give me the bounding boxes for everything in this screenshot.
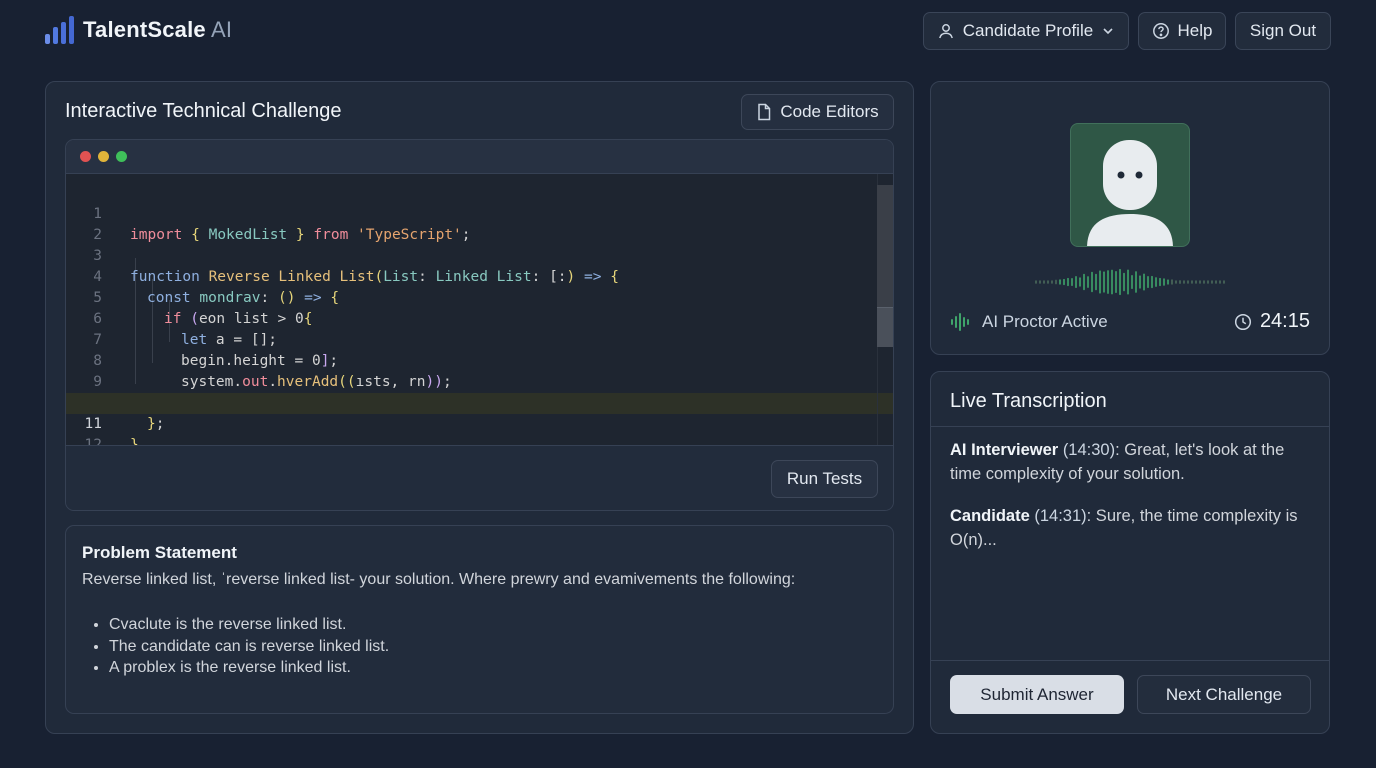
submit-answer-button[interactable]: Submit Answer [950,675,1124,714]
app-logo[interactable]: TalentScale AI [45,16,232,44]
code-line: 10 }; [85,395,165,432]
help-label: Help [1177,21,1213,40]
transcription-title: Live Transcription [950,390,1107,412]
code-editors-button[interactable]: Code Editors [741,94,894,130]
minimize-dot-icon [98,151,109,162]
code-line: 6 let a = []; [93,311,278,348]
next-challenge-label: Next Challenge [1165,684,1283,704]
transcription-panel: Live Transcription AI Interviewer (14:30… [930,371,1330,734]
list-item: The candidate can is reverse linked list… [109,636,389,658]
challenge-panel: Interactive Technical Challenge Code Edi… [45,81,914,734]
audio-waveform-icon [1035,268,1225,296]
logo-bars-icon [45,16,74,44]
run-tests-label: Run Tests [786,469,863,488]
code-line: 5 if (eon list > 0{ [93,290,313,327]
candidate-profile-dropdown[interactable]: Candidate Profile [923,12,1129,50]
clock-icon [1234,313,1251,330]
code-line: 2 [93,227,102,243]
help-circle-icon [1152,23,1169,39]
next-challenge-button[interactable]: Next Challenge [1137,675,1311,714]
problem-title: Problem Statement [82,543,237,562]
code-editors-label: Code Editors [780,102,879,121]
editor-footer: Run Tests [66,445,893,510]
candidate-profile-label: Candidate Profile [962,21,1094,40]
header: TalentScale AI Candidate Profile Help Si… [0,0,1376,64]
proctor-status-label: AI Proctor Active [982,312,1108,331]
problem-statement: Problem Statement Reverse linked list, ˈ… [65,525,894,714]
proctor-status: AI Proctor Active [950,312,1108,332]
avatar [1070,123,1190,247]
code-line-active: 11 } [66,393,893,453]
code-line: 1 import { MokedList } from 'TypeScript'… [93,206,471,243]
timer-value: 24:15 [1259,310,1310,332]
sign-out-label: Sign Out [1249,21,1317,40]
user-icon [938,24,953,39]
interview-timer: 24:15 [1234,310,1310,333]
code-line: 12 [66,414,893,453]
code-line: 4 const mondrav: () => { [93,269,340,306]
scrollbar-thumb[interactable] [877,307,893,347]
divider [931,660,1329,661]
editor-scrollbar[interactable] [877,185,893,347]
divider [931,426,1329,427]
waveform-icon [951,313,969,331]
code-line: 8 system.out.hverAdd((ısts, rn)); [93,353,452,390]
code-area[interactable]: 1 import { MokedList } from 'TypeScript'… [66,174,893,453]
close-dot-icon [80,151,91,162]
ai-avatar-icon [1087,140,1173,246]
file-icon [758,103,771,121]
list-item: Cvaclute is the reverse linked list. [109,614,389,636]
transcript-message: Candidate (14:31): Sure, the time comple… [950,507,1298,549]
submit-answer-label: Submit Answer [980,684,1094,704]
help-button[interactable]: Help [1138,12,1226,50]
app-name: TalentScale AI [83,17,233,42]
run-tests-button[interactable]: Run Tests [771,460,878,498]
list-item: A problex is the reverse linked list. [109,657,389,679]
problem-list: Cvaclute is the reverse linked list. The… [109,614,389,679]
sign-out-button[interactable]: Sign Out [1235,12,1331,50]
chevron-down-icon [1103,28,1113,35]
code-editor[interactable]: 1 import { MokedList } from 'TypeScript'… [65,139,894,511]
code-line: 7 begin.height = 0]; [93,332,339,369]
challenge-title: Interactive Technical Challenge [65,100,342,122]
transcript-message: AI Interviewer (14:30): Great, let's loo… [950,441,1285,483]
editor-titlebar [66,140,893,174]
code-line: 9 }; [93,374,181,411]
problem-description: Reverse linked list, ˈreverse linked lis… [82,571,796,588]
maximize-dot-icon [116,151,127,162]
proctor-panel: AI Proctor Active 24:15 [930,81,1330,355]
code-line: 3 function Reverse Linked List(List: Lin… [93,248,619,285]
